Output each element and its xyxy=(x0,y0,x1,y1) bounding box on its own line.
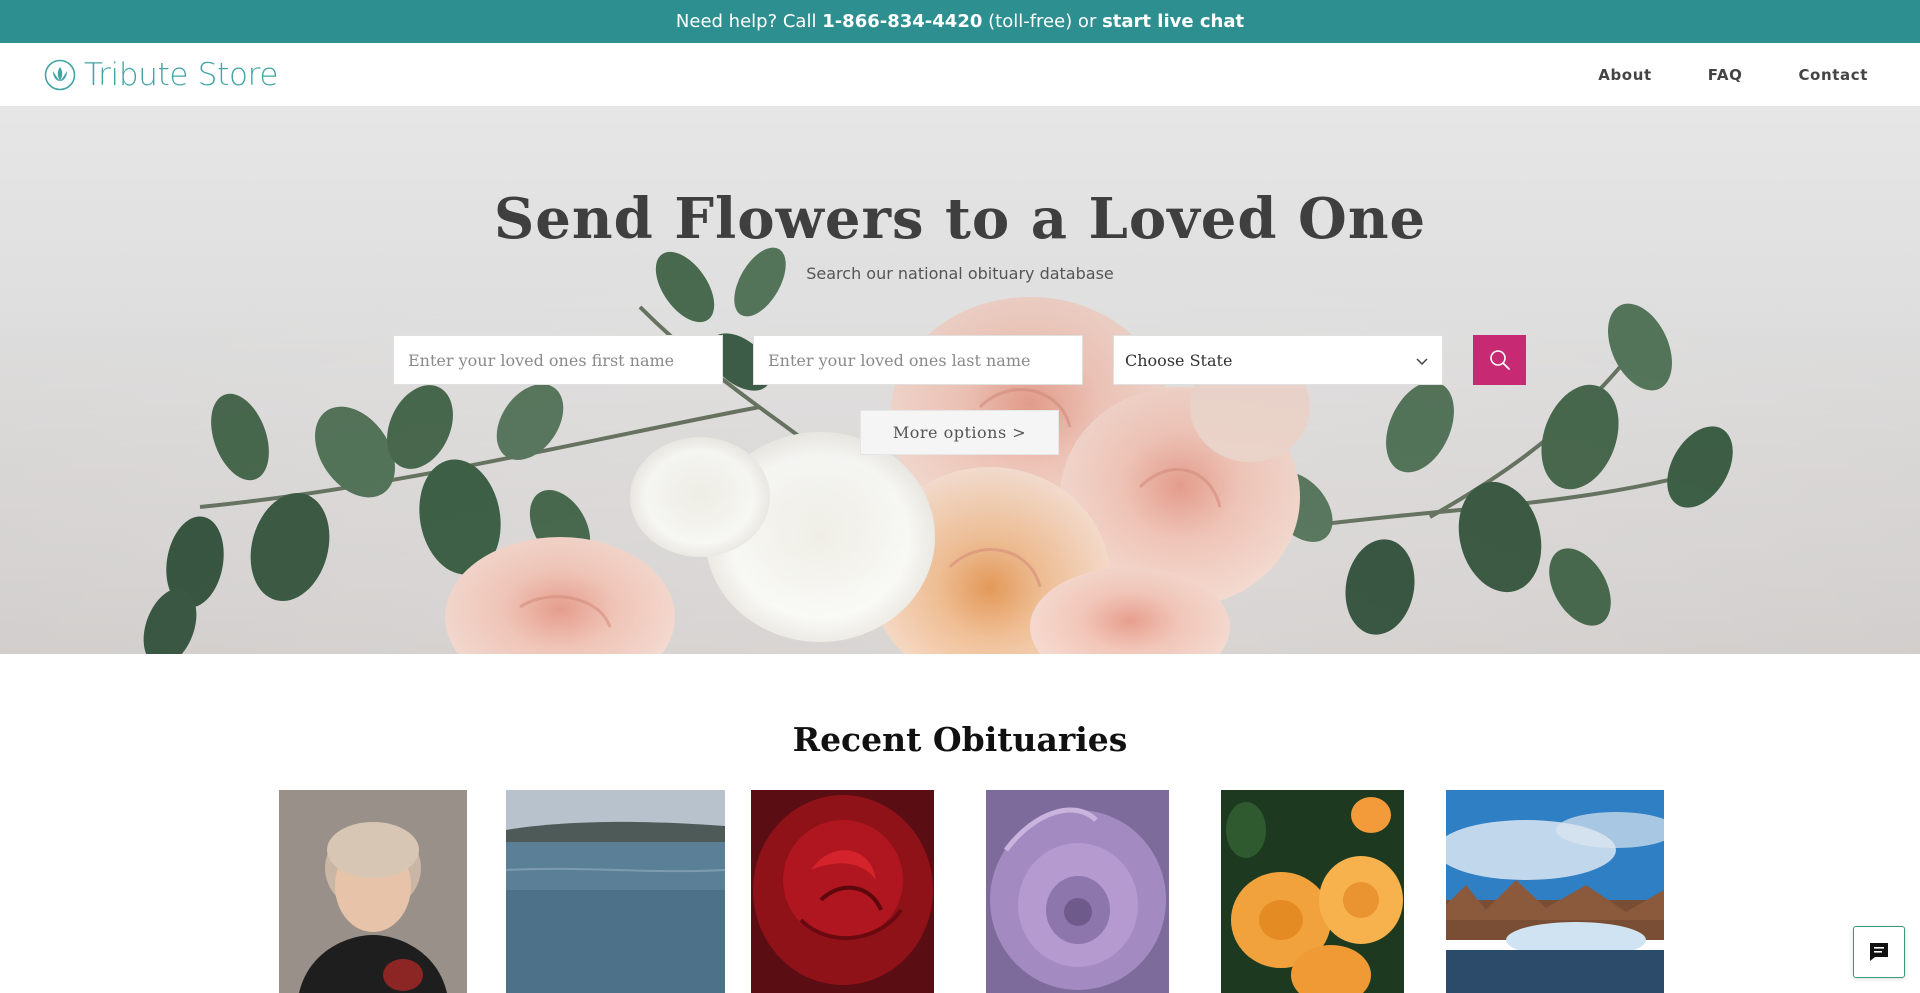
orange-roses-photo xyxy=(1221,790,1404,993)
recent-obituaries-title: Recent Obituaries xyxy=(792,720,1128,759)
portrait-photo xyxy=(279,790,467,993)
top-navigation: Tribute Store About FAQ Contact xyxy=(0,43,1920,107)
live-chat-link[interactable]: start live chat xyxy=(1102,11,1244,32)
state-select-value: Choose State xyxy=(1125,350,1233,370)
last-name-input[interactable] xyxy=(753,335,1083,385)
obituary-card-portrait[interactable] xyxy=(279,790,467,993)
help-bar: Need help? Call 1-866-834-4420 (toll-fre… xyxy=(0,0,1920,43)
obituary-card-winter-river[interactable] xyxy=(1446,790,1664,993)
search-icon xyxy=(1489,350,1510,370)
state-select[interactable]: Choose State xyxy=(1113,335,1443,385)
nav-about-link[interactable]: About xyxy=(1598,66,1652,84)
help-phone[interactable]: 1-866-834-4420 xyxy=(822,11,982,32)
nav-faq-link[interactable]: FAQ xyxy=(1708,66,1743,84)
obituary-card-lake[interactable] xyxy=(506,790,725,993)
obituary-card-orange-roses[interactable] xyxy=(1221,790,1404,993)
more-options-button[interactable]: More options > xyxy=(860,410,1059,455)
site-logo[interactable]: Tribute Store xyxy=(44,56,278,94)
hero-subtitle: Search our national obituary database xyxy=(806,264,1114,283)
winter-river-photo xyxy=(1446,790,1664,993)
succulent-photo xyxy=(986,790,1169,993)
hero-section: Send Flowers to a Loved One Search our n… xyxy=(0,107,1920,654)
chat-icon xyxy=(1870,943,1888,961)
red-rose-photo xyxy=(751,790,934,993)
first-name-input[interactable] xyxy=(393,335,723,385)
nav-contact-link[interactable]: Contact xyxy=(1798,66,1868,84)
lotus-logo-icon xyxy=(44,59,76,91)
help-prefix: Need help? Call xyxy=(675,11,817,32)
obituary-card-red-rose[interactable] xyxy=(751,790,934,993)
live-chat-widget[interactable] xyxy=(1853,926,1905,978)
logo-text: Tribute Store xyxy=(84,57,279,93)
nav-links: About FAQ Contact xyxy=(1542,43,1868,107)
chevron-down-icon xyxy=(1416,358,1428,366)
hero-title: Send Flowers to a Loved One xyxy=(493,186,1427,252)
lake-photo xyxy=(506,790,725,993)
help-middle: (toll-free) or xyxy=(988,11,1097,32)
obituary-card-succulent[interactable] xyxy=(986,790,1169,993)
search-button[interactable] xyxy=(1473,335,1526,385)
